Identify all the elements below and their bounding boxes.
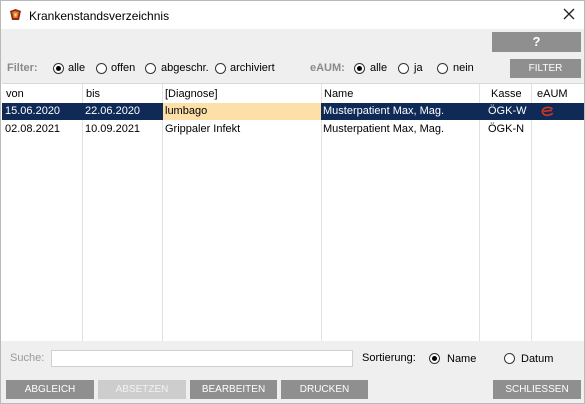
dialog-window: Krankenstandsverzeichnis ? Filter: alle … [0,0,585,404]
cell-diagnose: Grippaler Infekt [165,123,241,135]
filter-offen-radio[interactable] [96,63,107,74]
bearbeiten-button[interactable]: BEARBEITEN [190,380,277,399]
search-bar: Suche: Sortierung: Name Datum [1,341,584,376]
table-row[interactable]: 15.06.2020 22.06.2020 lumbago Musterpati… [2,103,584,120]
filter-alle-label: alle [68,62,86,74]
column-header-name[interactable]: Name [324,88,353,100]
eaum-alle-radio[interactable] [354,63,365,74]
eaum-ja-radio[interactable] [398,63,409,74]
filter-abgeschr-radio[interactable] [145,63,156,74]
absetzen-button[interactable]: ABSETZEN [98,380,186,399]
filter-offen-label: offen [111,62,136,74]
action-bar: ABGLEICH ABSETZEN BEARBEITEN DRUCKEN SCH… [1,376,584,403]
column-header-kasse[interactable]: Kasse [491,88,522,100]
cell-kasse: ÖGK-W [488,105,527,117]
sort-name-label: Name [447,353,477,365]
filter-archiviert-label: archiviert [230,62,275,74]
eaum-ja-label: ja [414,62,423,74]
eaum-nein-label: nein [453,62,474,74]
abgleich-button[interactable]: ABGLEICH [6,380,94,399]
cell-name: Musterpatient Max, Mag. [323,105,445,117]
filter-button[interactable]: FILTER [510,59,581,78]
help-toolbar: ? [1,29,584,55]
help-button[interactable]: ? [492,32,581,52]
cell-bis: 10.09.2021 [85,123,141,135]
cell-kasse: ÖGK-N [488,123,525,135]
e-aum-icon [541,106,554,117]
close-icon[interactable] [562,7,576,21]
sort-datum-radio[interactable] [504,353,515,364]
cell-von: 15.06.2020 [5,105,61,117]
column-header-von[interactable]: von [6,88,24,100]
cell-von: 02.08.2021 [5,123,61,135]
drucken-button[interactable]: DRUCKEN [281,380,368,399]
window-title: Krankenstandsverzeichnis [29,9,170,23]
eaum-nein-radio[interactable] [437,63,448,74]
sort-datum-label: Datum [521,353,554,365]
filter-abgeschr-label: abgeschr. [161,62,209,74]
column-header-diagnose[interactable]: [Diagnose] [165,88,218,100]
column-header-eaum[interactable]: eAUM [537,88,568,100]
column-header-bis[interactable]: bis [86,88,100,100]
filter-alle-radio[interactable] [53,63,64,74]
app-logo-icon [10,9,21,20]
cell-bis: 22.06.2020 [85,105,141,117]
sick-leave-table: von bis [Diagnose] Name Kasse eAUM 15.06… [2,83,584,342]
filter-archiviert-radio[interactable] [215,63,226,74]
sort-label: Sortierung: [362,352,416,364]
schliessen-button[interactable]: SCHLIESSEN [493,380,581,399]
cell-diagnose: lumbago [163,103,321,120]
sort-name-radio[interactable] [429,353,440,364]
filter-label: Filter: [7,62,38,74]
eaum-alle-label: alle [370,62,388,74]
search-input[interactable] [51,350,353,367]
table-row[interactable]: 02.08.2021 10.09.2021 Grippaler Infekt M… [2,121,584,138]
search-label: Suche: [10,352,45,364]
filter-bar: Filter: alle offen abgeschr. archiviert … [1,55,584,83]
cell-name: Musterpatient Max, Mag. [323,123,445,135]
eaum-filter-label: eAUM: [310,62,345,74]
title-bar: Krankenstandsverzeichnis [1,1,584,29]
